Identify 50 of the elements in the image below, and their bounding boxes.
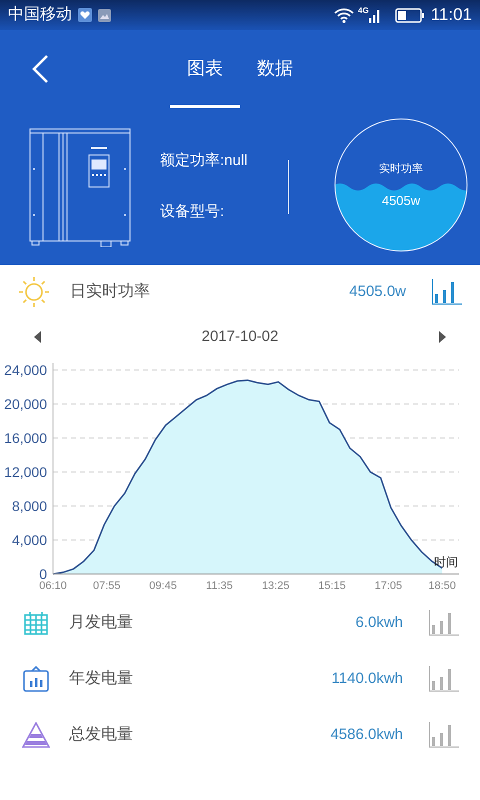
x-tick-label: 07:55 <box>93 580 121 592</box>
x-tick-label: 15:15 <box>318 580 346 592</box>
health-app-icon <box>78 8 92 22</box>
bar-chart-icon[interactable] <box>432 279 462 305</box>
wifi-icon <box>334 8 354 22</box>
y-tick-label: 0 <box>39 566 47 582</box>
y-tick-label: 20,000 <box>4 396 47 412</box>
gauge-label: 实时功率 <box>379 162 423 176</box>
row-value: 4505.0w <box>349 282 406 302</box>
carrier-name: 中国移动 <box>8 4 72 25</box>
row-label: 日实时功率 <box>70 282 150 302</box>
tab[interactable]: 数据 <box>240 30 310 108</box>
row-label: 年发电量 <box>69 668 133 689</box>
battery-icon <box>394 8 425 22</box>
next-day-icon[interactable] <box>438 331 446 343</box>
tab[interactable]: 图表 <box>170 30 240 108</box>
sun-icon <box>18 276 50 308</box>
bar-chart-icon[interactable] <box>429 722 459 748</box>
signal-icon <box>368 8 381 22</box>
bar-chart-icon[interactable] <box>429 610 459 636</box>
date-label: 2017-10-02 <box>202 326 278 347</box>
row-value: 1140.0kwh <box>332 668 403 689</box>
x-tick-label: 09:45 <box>149 580 177 592</box>
chart-board-icon <box>22 665 50 693</box>
row-value: 4586.0kwh <box>330 724 403 745</box>
x-tick-label: 18:50 <box>428 580 456 592</box>
pyramid-icon <box>22 722 50 748</box>
y-tick-label: 16,000 <box>4 430 47 446</box>
y-tick-label: 24,000 <box>4 362 47 378</box>
previous-day-icon[interactable] <box>34 331 42 343</box>
gauge-value: 4505w <box>382 192 420 210</box>
row-label: 月发电量 <box>69 612 133 633</box>
image-icon <box>98 8 111 22</box>
bar-chart-icon[interactable] <box>429 666 459 692</box>
x-tick-label: 17:05 <box>374 580 402 592</box>
calendar-icon <box>23 610 49 636</box>
network-type: 4G <box>358 5 369 17</box>
row-value: 6.0kwh <box>355 612 403 633</box>
x-tick-label: 06:10 <box>39 580 67 592</box>
y-tick-label: 12,000 <box>4 464 47 480</box>
device-model: 设备型号: <box>160 202 226 222</box>
y-tick-label: 4,000 <box>12 532 47 548</box>
x-tick-label: 11:35 <box>206 580 233 592</box>
row-label: 总发电量 <box>69 724 133 745</box>
clock-time: 11:01 <box>430 4 472 26</box>
x-tick-label: 13:25 <box>262 580 290 592</box>
rated-power: 额定功率:null <box>160 151 249 171</box>
y-tick-label: 8,000 <box>12 498 47 514</box>
axis-title: 时间 <box>434 555 458 569</box>
back-icon[interactable] <box>30 54 50 84</box>
